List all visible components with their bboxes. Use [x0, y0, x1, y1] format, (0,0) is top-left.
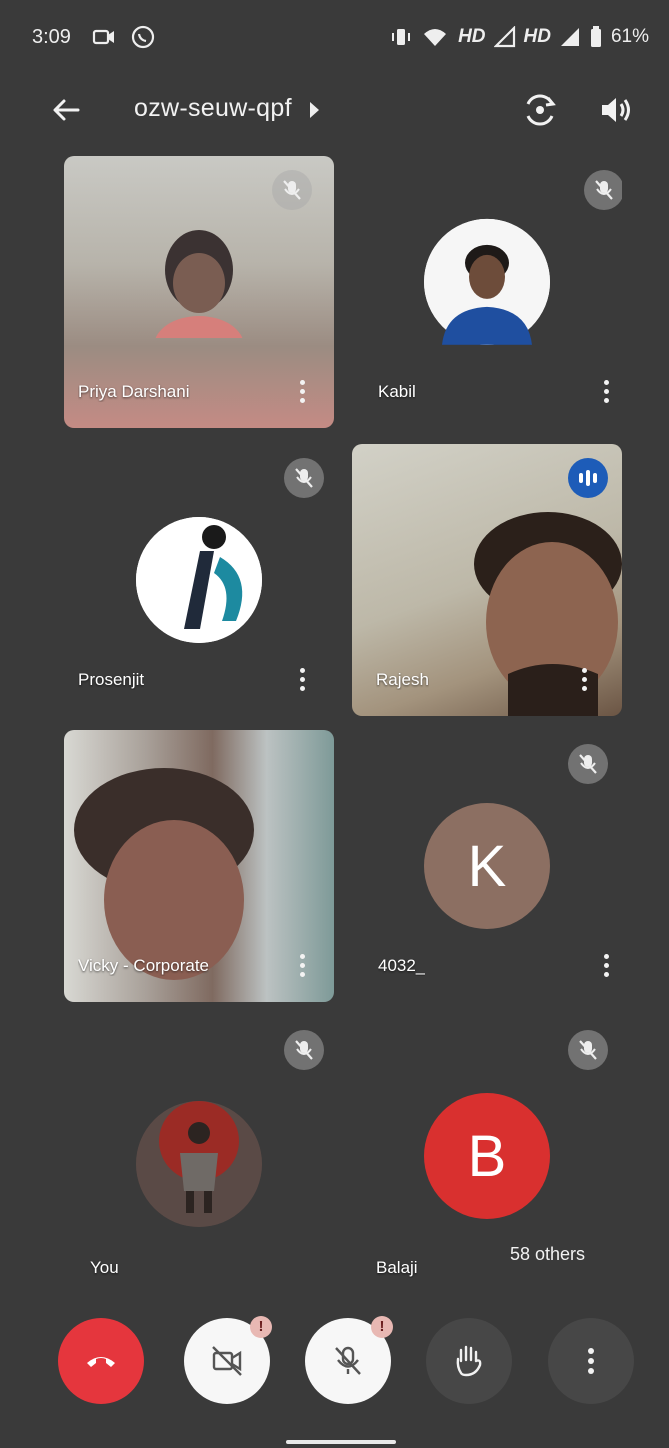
battery-icon	[590, 26, 601, 47]
participant-name: Prosenjit	[78, 670, 145, 689]
more-options-icon[interactable]	[298, 668, 306, 696]
participant-name: Kabil	[378, 382, 416, 401]
profile-photo	[136, 1101, 262, 1227]
avatar	[424, 218, 550, 345]
battery-percent: 61%	[610, 26, 649, 47]
status-time: 3:09	[32, 26, 71, 48]
muted-icon	[284, 458, 324, 498]
avatar-initial: K	[467, 834, 507, 899]
participant-tile-prosenjit[interactable]: Prosenjit	[64, 444, 334, 716]
participant-tile-rajesh[interactable]: Rajesh	[352, 444, 622, 716]
warning-badge: !	[250, 1316, 272, 1338]
network-1-label: HD	[458, 26, 486, 47]
participant-tile-priya-darshani[interactable]: Priya Darshani	[64, 156, 334, 428]
participant-tile-you[interactable]: You	[64, 1016, 334, 1288]
participant-tile-kabil[interactable]: Kabil	[352, 156, 622, 428]
logo-image	[136, 517, 262, 643]
network-2-label: HD	[523, 26, 551, 47]
participant-name: You	[90, 1258, 119, 1277]
call-controls: ! !	[0, 1316, 669, 1408]
more-options-icon[interactable]	[602, 954, 610, 982]
participant-tile-vicky-corporate[interactable]: Vicky - Corporate	[64, 730, 334, 1002]
muted-icon	[568, 744, 608, 784]
switch-camera-icon[interactable]	[520, 90, 560, 130]
camera-off-icon	[212, 1346, 242, 1376]
status-bar: 3:09 HD HD 61%	[0, 0, 669, 78]
vibrate-icon	[392, 29, 411, 45]
caret-right-icon[interactable]	[310, 102, 319, 118]
more-options-icon[interactable]	[298, 380, 306, 408]
participant-name: Priya Darshani	[78, 382, 190, 401]
participant-name: 4032_	[378, 956, 426, 975]
signal-1-icon	[493, 26, 515, 48]
more-options-button[interactable]	[548, 1318, 634, 1404]
muted-icon	[272, 170, 312, 210]
participant-name: Vicky - Corporate	[78, 956, 210, 975]
warning-badge: !	[371, 1316, 393, 1338]
meeting-header: ozw-seuw-qpf	[0, 78, 669, 144]
more-options-icon[interactable]	[580, 668, 588, 696]
video-call-notification-icon	[92, 29, 114, 45]
muted-icon	[584, 170, 622, 210]
speaking-indicator-icon	[568, 458, 608, 498]
others-count-label[interactable]: 58 others	[510, 1244, 585, 1265]
end-call-button[interactable]	[58, 1318, 144, 1404]
muted-icon	[568, 1030, 608, 1070]
avatar-initial: B	[467, 1124, 507, 1189]
meeting-code[interactable]: ozw-seuw-qpf	[134, 94, 292, 123]
more-options-icon[interactable]	[602, 380, 610, 408]
microphone-off-icon	[335, 1346, 361, 1375]
participant-video-silhouette	[474, 512, 622, 716]
wifi-icon	[424, 29, 447, 46]
participant-tile-4032[interactable]: K 4032_	[352, 730, 622, 1002]
whatsapp-notification-icon	[131, 25, 155, 49]
home-indicator[interactable]	[286, 1440, 396, 1444]
raise-hand-icon	[456, 1345, 482, 1377]
profile-photo	[424, 218, 550, 345]
participant-name: Balaji	[376, 1258, 418, 1277]
back-arrow-icon[interactable]	[48, 92, 84, 128]
avatar	[136, 517, 262, 643]
avatar: B	[424, 1093, 550, 1219]
avatar: K	[424, 803, 550, 929]
raise-hand-button[interactable]	[426, 1318, 512, 1404]
muted-icon	[284, 1030, 324, 1070]
microphone-toggle-button[interactable]: !	[305, 1316, 393, 1404]
hang-up-icon	[87, 1357, 115, 1367]
participant-video-silhouette	[155, 230, 243, 338]
more-options-icon[interactable]	[298, 954, 306, 982]
speaker-volume-icon[interactable]	[596, 90, 636, 130]
signal-2-icon	[560, 28, 579, 46]
camera-toggle-button[interactable]: !	[184, 1316, 272, 1404]
participant-name: Rajesh	[376, 670, 429, 689]
avatar	[136, 1101, 262, 1227]
more-vertical-icon	[588, 1348, 594, 1374]
